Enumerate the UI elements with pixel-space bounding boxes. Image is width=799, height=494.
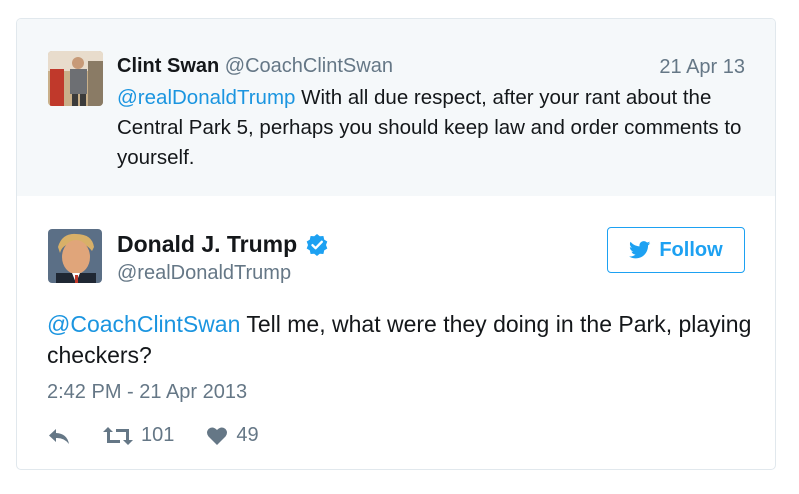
reply-date[interactable]: 21 Apr 13 xyxy=(659,56,745,79)
tweet-mention-link[interactable]: @CoachClintSwan xyxy=(47,311,240,337)
reply-button[interactable] xyxy=(47,426,71,446)
retweet-button[interactable]: 101 xyxy=(103,424,174,447)
follow-label: Follow xyxy=(659,238,723,261)
reply-mention-link[interactable]: @realDonaldTrump xyxy=(117,86,295,109)
follow-button[interactable]: Follow xyxy=(607,227,745,273)
like-button[interactable]: 49 xyxy=(206,424,259,447)
retweet-icon xyxy=(103,426,133,445)
quoted-reply[interactable]: Clint Swan @CoachClintSwan 21 Apr 13 @re… xyxy=(17,19,775,196)
tweet-actions: 101 49 xyxy=(47,424,291,447)
reply-author-handle[interactable]: @CoachClintSwan xyxy=(225,55,393,77)
tweet-author-row: Donald J. Trump xyxy=(117,231,329,258)
reply-text: @realDonaldTrump With all due respect, a… xyxy=(117,83,757,173)
tweet-author-handle[interactable]: @realDonaldTrump xyxy=(117,262,291,285)
reply-header: Clint Swan @CoachClintSwan xyxy=(117,55,393,78)
heart-icon xyxy=(207,426,228,445)
reply-author-name[interactable]: Clint Swan xyxy=(117,55,219,77)
like-count: 49 xyxy=(236,424,259,446)
tweet-author-name[interactable]: Donald J. Trump xyxy=(117,231,297,258)
twitter-bird-icon xyxy=(629,241,651,259)
tweet-text: @CoachClintSwan Tell me, what were they … xyxy=(47,309,757,371)
trump-avatar[interactable] xyxy=(48,229,102,283)
tweet-timestamp[interactable]: 2:42 PM - 21 Apr 2013 xyxy=(47,381,247,404)
retweet-count: 101 xyxy=(141,424,175,446)
reply-icon xyxy=(49,428,69,444)
clint-swan-avatar[interactable] xyxy=(48,51,103,106)
verified-badge-icon xyxy=(306,233,328,256)
tweet-card: Clint Swan @CoachClintSwan 21 Apr 13 @re… xyxy=(16,18,776,470)
